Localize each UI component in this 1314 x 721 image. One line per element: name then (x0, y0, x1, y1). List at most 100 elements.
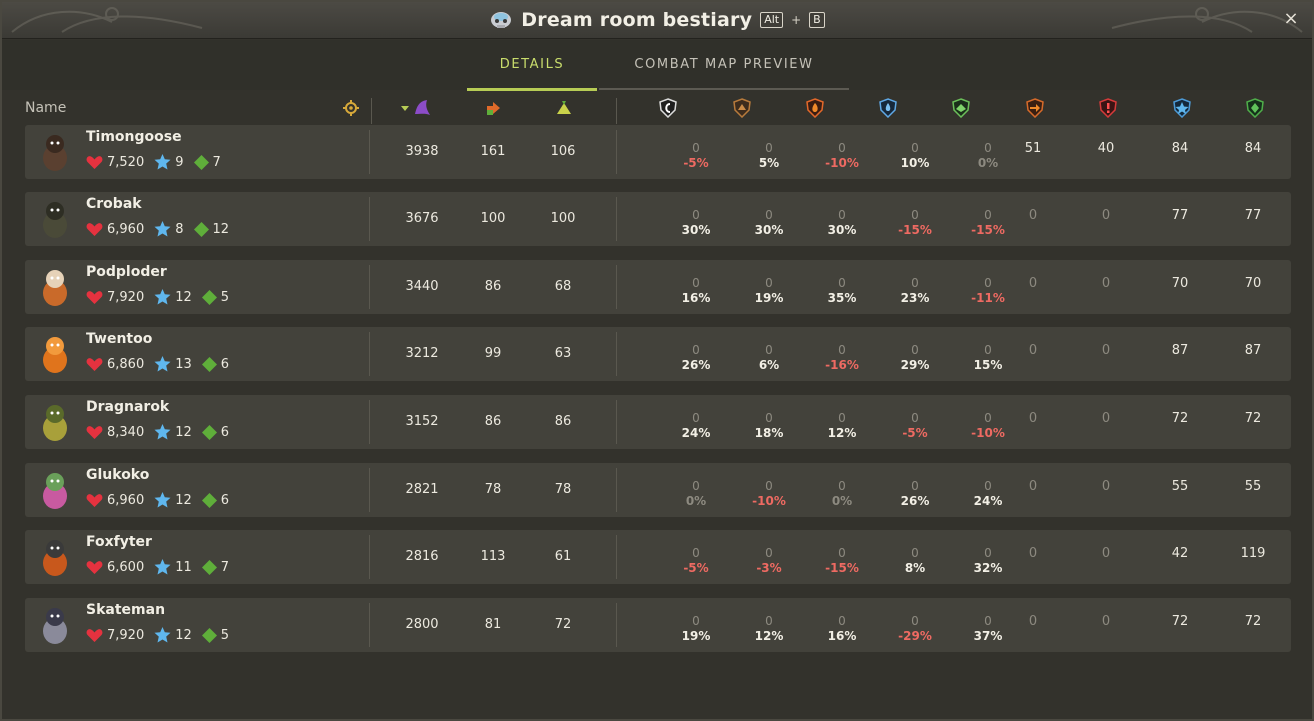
resistance-cell: 0 6% (709, 327, 779, 381)
monster-portrait[interactable] (33, 332, 77, 376)
resistance-cell: 0 32% (928, 530, 1003, 584)
active-tab-indicator (467, 88, 597, 91)
extra-stat-value: 0 (1028, 208, 1038, 223)
ap-value: 11 (175, 559, 192, 575)
monster-portrait[interactable] (33, 603, 77, 647)
monster-name: Foxfyter (86, 534, 152, 550)
resistance-cell: 0 16% (636, 260, 711, 314)
mp-column-value: 68 (554, 279, 572, 294)
ap-dodge-icon[interactable] (1172, 98, 1192, 118)
extra-stat-value: 70 (1171, 276, 1189, 291)
tab-details[interactable]: DETAILS (467, 40, 597, 90)
locate-icon[interactable] (341, 98, 361, 118)
mp-column-value: 63 (554, 346, 572, 361)
row-divider (369, 332, 370, 376)
water-res-icon[interactable] (878, 98, 898, 118)
ap-icon[interactable] (483, 98, 503, 118)
monster-stats: 7,920 12 5 (86, 289, 229, 305)
push-damage-icon[interactable] (1025, 98, 1045, 118)
resistance-cell: 0 -15% (928, 192, 1005, 246)
extra-stat-value: 0 (1101, 208, 1111, 223)
row-divider (616, 265, 617, 309)
diamond-icon (201, 356, 217, 372)
monster-portrait[interactable] (33, 130, 77, 174)
extra-stat-value: 72 (1171, 411, 1189, 426)
table-header: Name (2, 94, 1312, 124)
monster-row[interactable]: Crobak 6,960 8 12 3676 100 100 0 30% 0 3… (25, 192, 1291, 246)
mp-value: 5 (220, 289, 230, 305)
monster-name: Twentoo (86, 331, 153, 347)
star-icon (154, 492, 171, 508)
row-divider (369, 265, 370, 309)
extra-stat-value: 0 (1028, 546, 1038, 561)
monster-portrait[interactable] (33, 468, 77, 512)
diamond-icon (193, 154, 209, 170)
extra-stat-value: 77 (1171, 208, 1189, 223)
shortcut-key-b: B (809, 12, 825, 28)
title-bar[interactable]: Dream room bestiary Alt + B × (2, 2, 1312, 39)
monster-stats: 8,340 12 6 (86, 424, 229, 440)
monster-row[interactable]: Podploder 7,920 12 5 3440 86 68 0 16% 0 … (25, 260, 1291, 314)
monster-stats: 6,600 11 7 (86, 559, 229, 575)
mp-column-value: 78 (554, 482, 572, 497)
shortcut-key-alt: Alt (760, 12, 784, 28)
extra-stat-value: 87 (1171, 343, 1189, 358)
monster-row[interactable]: Timongoose 7,520 9 7 3938 161 106 0 -5% … (25, 125, 1291, 179)
resistance-percent: 15% (973, 358, 1003, 372)
monster-row[interactable]: Foxfyter 6,600 11 7 2816 113 61 0 -5% 0 … (25, 530, 1291, 584)
earth-res-icon[interactable] (732, 98, 752, 118)
monster-stats: 6,860 13 6 (86, 356, 229, 372)
monster-name: Crobak (86, 196, 142, 212)
resistance-cell: 0 -3% (709, 530, 781, 584)
extra-stat-value: 72 (1244, 411, 1262, 426)
monster-stats: 7,920 12 5 (86, 627, 229, 643)
ap-column-value: 81 (484, 617, 502, 632)
monster-portrait[interactable] (33, 400, 77, 444)
star-icon (154, 627, 171, 643)
ap-column-value: 86 (484, 279, 502, 294)
mp-icon[interactable] (554, 98, 574, 118)
level-value: 2800 (405, 617, 439, 632)
neutral-res-icon[interactable] (658, 98, 678, 118)
air-res-icon[interactable] (951, 98, 971, 118)
hp-value: 6,960 (107, 492, 145, 508)
tab-combat-map-preview[interactable]: COMBAT MAP PREVIEW (599, 40, 849, 90)
sort-level-icon[interactable] (399, 98, 433, 118)
fire-res-icon[interactable] (805, 98, 825, 118)
resistance-percent: 37% (973, 629, 1003, 643)
resistance-cell: 0 5% (709, 125, 779, 179)
mp-value: 6 (220, 424, 230, 440)
resistance-cell: 0 19% (636, 598, 711, 652)
row-divider (369, 400, 370, 444)
resistance-cell: 0 0% (636, 463, 706, 517)
monster-portrait[interactable] (33, 197, 77, 241)
monster-row[interactable]: Dragnarok 8,340 12 6 3152 86 86 0 24% 0 … (25, 395, 1291, 449)
column-header-name[interactable]: Name (25, 100, 66, 116)
resistance-cell: 0 30% (636, 192, 711, 246)
crit-res-icon[interactable] (1098, 98, 1118, 118)
resistance-cell: 0 37% (928, 598, 1003, 652)
resistance-cell: 0 26% (855, 463, 930, 517)
mp-dodge-icon[interactable] (1245, 98, 1265, 118)
monster-portrait[interactable] (33, 535, 77, 579)
resistance-cell: 0 29% (855, 327, 930, 381)
mp-value: 12 (212, 221, 230, 237)
monster-row[interactable]: Twentoo 6,860 13 6 3212 99 63 0 26% 0 6% (25, 327, 1291, 381)
resistance-percent: 32% (973, 561, 1003, 575)
monster-portrait[interactable] (33, 265, 77, 309)
monster-row[interactable]: Glukoko 6,960 12 6 2821 78 78 0 0% 0 -10… (25, 463, 1291, 517)
extra-stat-value: 72 (1244, 614, 1262, 629)
resistance-cell: 0 10% (855, 125, 930, 179)
row-divider (369, 535, 370, 579)
ap-column-value: 113 (480, 549, 506, 564)
heart-icon (86, 290, 103, 304)
close-button[interactable]: × (1282, 10, 1300, 28)
extra-stat-value: 51 (1024, 141, 1042, 156)
level-value: 2821 (405, 482, 439, 497)
diamond-icon (201, 559, 217, 575)
monster-row[interactable]: Skateman 7,920 12 5 2800 81 72 0 19% 0 1… (25, 598, 1291, 652)
ap-value: 8 (175, 221, 184, 237)
monster-name: Timongoose (86, 129, 182, 145)
hp-value: 7,520 (107, 154, 145, 170)
resistance-cell: 0 18% (709, 395, 784, 449)
